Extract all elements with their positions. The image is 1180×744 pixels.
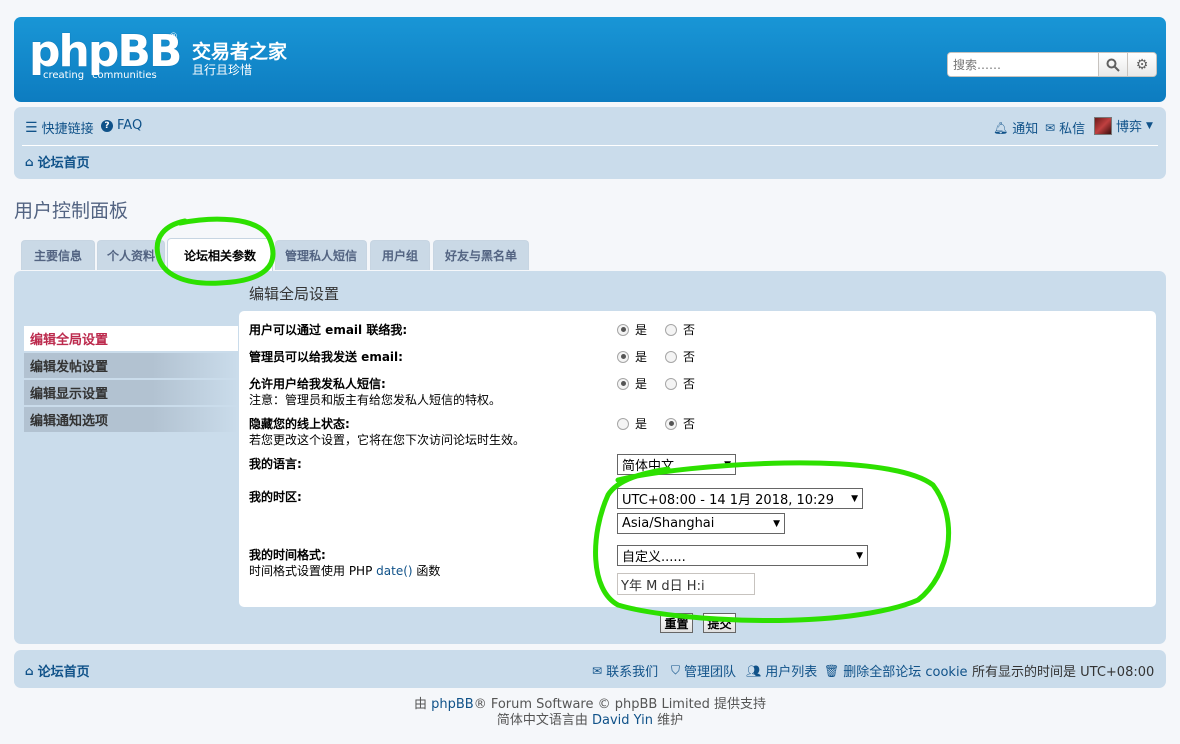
private-messages-link[interactable]: ✉ 私信: [1045, 118, 1085, 138]
tab-overview[interactable]: 主要信息: [21, 240, 95, 270]
allow-email-label: 用户可以通过 email 联络我:: [249, 323, 408, 337]
sidebar-item-display-settings[interactable]: 编辑显示设置: [24, 380, 238, 405]
avatar: [1094, 116, 1112, 135]
breadcrumb-board-index[interactable]: ⌂ 论坛首页: [25, 152, 90, 172]
logo-tagline: creating communities: [43, 70, 157, 81]
envelope-icon: ✉: [592, 663, 603, 678]
dateformat-label: 我的时间格式:: [249, 548, 326, 562]
copyright-line-2: 简体中文语言由 David Yin 维护: [496, 713, 684, 728]
question-circle-icon: ?: [101, 119, 113, 132]
hide-online-no-radio[interactable]: [665, 417, 678, 430]
hide-online-yes-radio[interactable]: [617, 417, 629, 430]
hide-online-note: 若您更改这个设置，它将在您下次访问论坛时生效。: [249, 433, 526, 447]
hamburger-icon: ☰: [25, 119, 38, 136]
footer-board-index[interactable]: ⌂ 论坛首页: [25, 661, 90, 681]
caret-down-icon: ▼: [1146, 120, 1153, 131]
dateformat-select[interactable]: 自定义...... ▼: [617, 545, 868, 566]
sidebar-item-global-settings[interactable]: 编辑全局设置: [24, 326, 238, 351]
admin-email-no-radio[interactable]: [665, 350, 678, 363]
submit-button[interactable]: 提交: [703, 613, 736, 633]
hide-online-radios: 是 否: [617, 415, 695, 432]
team-link[interactable]: ⛉ 管理团队: [671, 661, 736, 680]
dateformat-note: 时间格式设置使用 PHP date() 函数: [249, 564, 441, 578]
allow-email-no-radio[interactable]: [665, 323, 678, 336]
shield-icon: ⛉: [671, 663, 681, 677]
notifications-link[interactable]: 🔔︎ 通知: [993, 118, 1038, 138]
navbar-divider: [22, 145, 1158, 146]
page-title: 用户控制面板: [14, 200, 129, 222]
sidebar-item-posting-settings[interactable]: 编辑发帖设置: [24, 353, 238, 378]
dropdown-arrow-icon: ▼: [724, 459, 731, 470]
site-logo[interactable]: phpBB ® creating communities: [29, 26, 182, 82]
tab-usergroups[interactable]: 用户组: [370, 240, 430, 270]
search-icon: [1106, 58, 1120, 72]
allow-pm-no-radio[interactable]: [665, 377, 678, 390]
form-heading: 编辑全局设置: [249, 285, 340, 303]
admin-email-label: 管理员可以给我发送 email:: [249, 350, 403, 364]
site-title: 交易者之家: [192, 41, 288, 63]
members-link[interactable]: 👥︎ 用户列表: [746, 661, 817, 681]
bell-icon: 🔔︎: [993, 120, 1009, 135]
contact-us-link[interactable]: ✉ 联系我们: [592, 661, 658, 681]
translator-link[interactable]: David Yin: [592, 713, 653, 728]
dropdown-arrow-icon: ▼: [851, 493, 858, 504]
allow-pm-label: 允许用户给我发私人短信:: [249, 377, 386, 391]
php-date-link[interactable]: date(): [376, 564, 412, 578]
gear-icon: ⚙: [1135, 56, 1149, 73]
trash-icon: 🗑︎: [824, 663, 840, 678]
faq-link[interactable]: ? FAQ: [101, 118, 142, 133]
timezone-note: 所有显示的时间是 UTC+08:00: [972, 665, 1155, 680]
admin-email-yes-radio[interactable]: [617, 350, 629, 363]
tab-board-preferences[interactable]: 论坛相关参数: [167, 238, 273, 272]
allow-pm-radios: 是 否: [617, 375, 695, 392]
language-label: 我的语言:: [249, 457, 302, 471]
dropdown-arrow-icon: ▼: [773, 518, 780, 529]
timezone-date-select[interactable]: UTC+08:00 - 14 1月 2018, 10:29 ▼: [617, 488, 863, 509]
advanced-search-button[interactable]: ⚙: [1127, 53, 1156, 76]
allow-pm-note: 注意：管理员和版主有给您发私人短信的特权。: [249, 393, 502, 407]
home-icon: ⌂: [25, 663, 34, 678]
logo-text: phpBB: [29, 26, 182, 77]
search-box: ⚙: [947, 52, 1157, 77]
search-input[interactable]: [948, 53, 1098, 76]
sidebar-item-notification-options[interactable]: 编辑通知选项: [24, 407, 238, 432]
tab-profile[interactable]: 个人资料: [97, 240, 165, 270]
allow-email-yes-radio[interactable]: [617, 323, 629, 336]
timezone-label: 我的时区:: [249, 490, 302, 504]
tab-friends-foes[interactable]: 好友与黑名单: [433, 240, 529, 270]
dateformat-input[interactable]: Y年 M d日 H:i: [617, 573, 755, 595]
delete-cookies-link[interactable]: 🗑︎ 删除全部论坛 cookie: [824, 661, 968, 681]
timezone-region-select[interactable]: Asia/Shanghai ▼: [617, 513, 785, 534]
search-button[interactable]: [1098, 53, 1127, 76]
tab-private-messages[interactable]: 管理私人短信: [275, 240, 367, 270]
users-icon: 👥︎: [746, 663, 762, 678]
inbox-icon: ✉: [1045, 120, 1056, 135]
home-icon: ⌂: [25, 154, 34, 169]
language-select[interactable]: 简体中文 ▼: [617, 454, 736, 475]
quick-links-menu[interactable]: ☰ 快捷链接: [25, 118, 94, 138]
dropdown-arrow-icon: ▼: [856, 550, 863, 561]
site-description: 且行且珍惜: [192, 63, 253, 77]
reset-button[interactable]: 重置: [660, 613, 693, 633]
allow-email-radios: 是 否: [617, 321, 695, 338]
allow-pm-yes-radio[interactable]: [617, 377, 629, 390]
user-menu[interactable]: 博弈 ▼: [1094, 116, 1153, 135]
logo-registered: ®: [169, 32, 178, 42]
admin-email-radios: 是 否: [617, 348, 695, 365]
hide-online-label: 隐藏您的线上状态:: [249, 417, 350, 431]
